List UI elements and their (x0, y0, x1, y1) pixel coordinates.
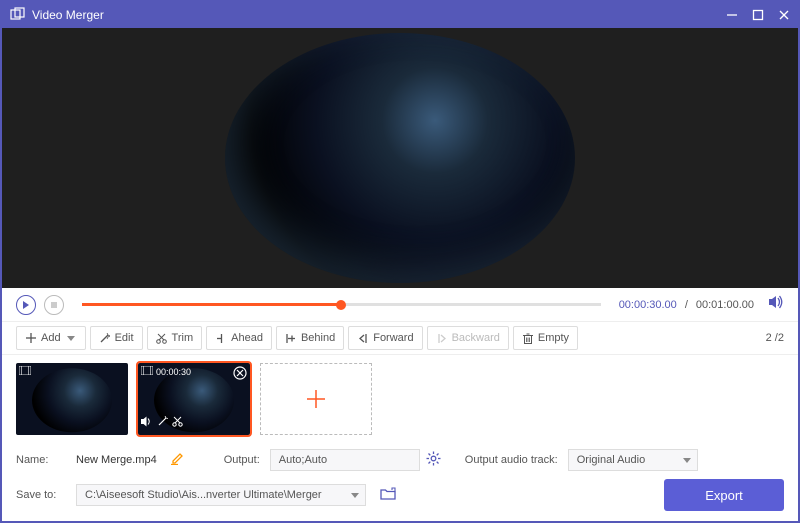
total-time: 00:01:00.00 (696, 299, 754, 311)
clip-toolbar: Add Edit Trim Ahead Behind Forward Backw… (2, 321, 798, 355)
output-panel: Name: New Merge.mp4 Output: Auto;Auto Ou… (2, 443, 798, 521)
preview-frame (225, 33, 575, 283)
behind-button[interactable]: Behind (276, 326, 344, 350)
output-label: Output: (224, 454, 260, 466)
trim-button[interactable]: Trim (147, 326, 203, 350)
minimize-button[interactable] (726, 9, 738, 21)
clip-edit-icon[interactable] (157, 414, 168, 432)
clip-strip: 00:00:30 (2, 355, 798, 443)
timeline-handle[interactable] (336, 300, 346, 310)
clip-trim-icon[interactable] (172, 414, 183, 432)
add-button[interactable]: Add (16, 326, 86, 350)
export-button[interactable]: Export (664, 479, 784, 511)
name-value: New Merge.mp4 (76, 454, 157, 466)
backward-button: Backward (427, 326, 509, 350)
output-format-select[interactable]: Auto;Auto (270, 449, 420, 471)
titlebar: Video Merger (2, 2, 798, 28)
behind-icon (285, 332, 297, 344)
app-title: Video Merger (32, 8, 726, 22)
chevron-down-icon (683, 454, 691, 466)
maximize-button[interactable] (752, 9, 764, 21)
edit-name-button[interactable] (171, 452, 184, 468)
trash-icon (522, 332, 534, 344)
name-label: Name: (16, 454, 66, 466)
add-clip-placeholder[interactable] (260, 363, 372, 435)
current-time: 00:00:30.00 (619, 299, 677, 311)
video-preview[interactable] (2, 28, 798, 288)
forward-icon (357, 332, 369, 344)
output-settings-button[interactable] (426, 451, 441, 469)
save-to-label: Save to: (16, 489, 66, 501)
timeline-progress (82, 303, 341, 306)
open-folder-button[interactable] (380, 487, 396, 503)
chevron-down-icon (65, 332, 77, 344)
forward-button[interactable]: Forward (348, 326, 422, 350)
empty-button[interactable]: Empty (513, 326, 578, 350)
save-path-select[interactable]: C:\Aiseesoft Studio\Ais...nverter Ultima… (76, 484, 366, 506)
remove-clip-button[interactable] (233, 366, 247, 385)
edit-button[interactable]: Edit (90, 326, 143, 350)
ahead-icon (215, 332, 227, 344)
play-button[interactable] (16, 295, 36, 315)
audio-track-select[interactable]: Original Audio (568, 449, 698, 471)
clip-audio-icon[interactable] (141, 414, 153, 432)
backward-icon (436, 332, 448, 344)
film-icon (141, 366, 153, 377)
playback-controls: 00:00:30.00/00:01:00.00 (2, 288, 798, 321)
stop-button[interactable] (44, 295, 64, 315)
timeline-slider[interactable] (82, 303, 601, 306)
clip-thumbnail[interactable]: 00:00:30 (138, 363, 250, 435)
wand-icon (99, 332, 111, 344)
clip-thumbnail[interactable] (16, 363, 128, 435)
ahead-button[interactable]: Ahead (206, 326, 272, 350)
plus-icon (25, 332, 37, 344)
close-button[interactable] (778, 9, 790, 21)
audio-track-label: Output audio track: (465, 454, 558, 466)
scissors-icon (156, 332, 168, 344)
clip-counter: 2 /2 (766, 332, 784, 344)
app-icon (10, 7, 26, 23)
chevron-down-icon (351, 489, 359, 501)
clip-duration: 00:00:30 (156, 367, 191, 377)
volume-icon[interactable] (768, 295, 784, 314)
film-icon (19, 366, 31, 375)
